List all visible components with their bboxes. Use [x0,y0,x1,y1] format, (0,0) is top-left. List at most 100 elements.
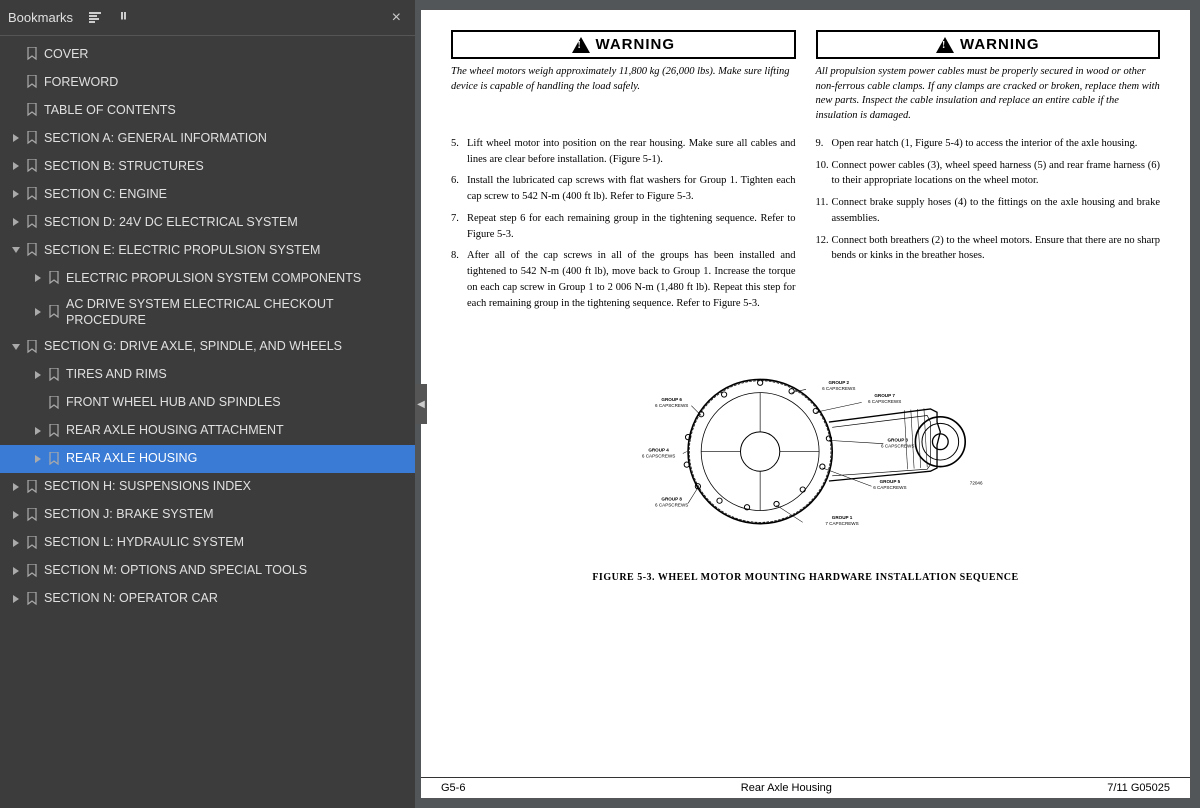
bookmark-label-section-m: SECTION M: OPTIONS AND SPECIAL TOOLS [44,562,409,578]
expand-arrow-section-d[interactable] [8,218,24,226]
bookmark-flag-icon-section-l [24,536,40,550]
step-item: 7.Repeat step 6 for each remaining group… [451,211,796,243]
expand-arrow-section-j[interactable] [8,511,24,519]
svg-text:GROUP 7: GROUP 7 [874,393,895,398]
bookmark-flag-icon-rear-axle-housing [46,452,62,466]
expand-arrow-section-g[interactable] [8,343,24,351]
footer-page-number: G5-6 [441,782,465,794]
expand-arrow-ac-drive[interactable] [30,308,46,316]
bookmark-item-cover[interactable]: COVER [0,40,415,68]
panel-header: Bookmarks × [0,0,415,36]
bookmark-item-section-g[interactable]: SECTION G: DRIVE AXLE, SPINDLE, AND WHEE… [0,333,415,361]
warning-box-1: WARNING The wheel motors weigh approxima… [451,30,796,124]
bookmark-item-section-d[interactable]: SECTION D: 24V DC ELECTRICAL SYSTEM [0,208,415,236]
expand-arrow-section-e[interactable] [8,246,24,254]
diagram-area: GROUP 2 6 CAPSCREWS GROUP 7 6 CAPSCREWS … [451,325,1160,583]
svg-text:GROUP 8: GROUP 8 [661,497,682,502]
warning-box-2: WARNING All propulsion system power cabl… [816,30,1161,124]
bookmark-item-section-e[interactable]: SECTION E: ELECTRIC PROPULSION SYSTEM [0,236,415,264]
bookmark-flag-icon-toc [24,103,40,117]
bookmark-item-rear-axle-housing[interactable]: REAR AXLE HOUSING [0,445,415,473]
warning-triangle-icon-2 [936,37,954,53]
bookmark-item-section-n[interactable]: SECTION N: OPERATOR CAR [0,585,415,613]
expand-collapse-button[interactable] [83,8,107,28]
bookmark-item-section-m[interactable]: SECTION M: OPTIONS AND SPECIAL TOOLS [0,557,415,585]
page-content: WARNING The wheel motors weigh approxima… [421,10,1190,777]
bookmark-flag-icon-electric-components [46,271,62,285]
warning-header-1: WARNING [451,30,796,59]
svg-text:6 CAPSCREWS: 6 CAPSCREWS [822,386,855,391]
bookmark-flag-icon-cover [24,47,40,61]
svg-text:6 CAPSCREWS: 6 CAPSCREWS [867,399,900,404]
bookmark-flag-icon-section-h [24,480,40,494]
svg-text:6 CAPSCREWS: 6 CAPSCREWS [641,454,674,459]
expand-arrow-section-a[interactable] [8,134,24,142]
expand-arrow-section-c[interactable] [8,190,24,198]
bookmark-flag-icon-tires-rims [46,368,62,382]
bookmark-label-section-n: SECTION N: OPERATOR CAR [44,590,409,606]
panel-collapse-handle[interactable]: ◀ [415,384,427,424]
svg-text:72046: 72046 [969,481,982,486]
bookmark-item-electric-components[interactable]: ELECTRIC PROPULSION SYSTEM COMPONENTS [0,264,415,292]
bookmark-item-section-a[interactable]: SECTION A: GENERAL INFORMATION [0,124,415,152]
expand-arrow-section-h[interactable] [8,483,24,491]
bookmark-flag-icon-rear-axle-attach [46,424,62,438]
bookmark-label-front-wheel: FRONT WHEEL HUB AND SPINDLES [66,394,409,410]
bookmark-item-toc[interactable]: TABLE OF CONTENTS [0,96,415,124]
svg-text:6 CAPSCREWS: 6 CAPSCREWS [881,444,914,449]
expand-arrow-tires-rims[interactable] [30,371,46,379]
expand-arrow-electric-components[interactable] [30,274,46,282]
step-item: 10.Connect power cables (3), wheel speed… [816,158,1161,190]
svg-text:GROUP 6: GROUP 6 [661,397,682,402]
bookmark-item-section-c[interactable]: SECTION C: ENGINE [0,180,415,208]
bookmark-flag-icon-section-e [24,243,40,257]
bookmark-label-section-g: SECTION G: DRIVE AXLE, SPINDLE, AND WHEE… [44,338,409,354]
bookmark-flag-icon-foreword [24,75,40,89]
bookmark-flag-icon-ac-drive [46,305,62,319]
bookmark-item-rear-axle-attach[interactable]: REAR AXLE HOUSING ATTACHMENT [0,417,415,445]
bookmark-label-ac-drive: AC DRIVE SYSTEM ELECTRICAL CHECKOUT PROC… [66,296,409,329]
expand-arrow-section-m[interactable] [8,567,24,575]
bookmark-list: COVER FOREWORD TABLE OF CONTENTSSECTION A:… [0,36,415,808]
bookmark-item-front-wheel[interactable]: FRONT WHEEL HUB AND SPINDLES [0,389,415,417]
close-button[interactable]: × [386,7,407,29]
bookmark-flag-icon-section-g [24,340,40,354]
expand-arrow-rear-axle-attach[interactable] [30,427,46,435]
expand-arrow-section-l[interactable] [8,539,24,547]
bookmark-options-button[interactable] [113,8,137,28]
bookmark-label-foreword: FOREWORD [44,74,409,90]
svg-text:GROUP 3: GROUP 3 [887,438,908,443]
bookmark-label-tires-rims: TIRES AND RIMS [66,366,409,382]
bookmark-item-foreword[interactable]: FOREWORD [0,68,415,96]
bookmark-flag-icon-section-b [24,159,40,173]
step-item: 11.Connect brake supply hoses (4) to the… [816,195,1161,227]
warnings-row: WARNING The wheel motors weigh approxima… [451,30,1160,124]
bookmark-item-tires-rims[interactable]: TIRES AND RIMS [0,361,415,389]
expand-arrow-section-b[interactable] [8,162,24,170]
bookmark-label-section-j: SECTION J: BRAKE SYSTEM [44,506,409,522]
bookmark-item-section-h[interactable]: SECTION H: SUSPENSIONS INDEX [0,473,415,501]
header-controls: Bookmarks [8,8,137,28]
bookmark-flag-icon-section-c [24,187,40,201]
bookmark-label-section-c: SECTION C: ENGINE [44,186,409,202]
warning-title-2: WARNING [960,36,1040,53]
bookmark-item-section-l[interactable]: SECTION L: HYDRAULIC SYSTEM [0,529,415,557]
svg-text:GROUP 5: GROUP 5 [879,479,900,484]
footer-section-title: Rear Axle Housing [741,782,832,794]
bookmark-flag-icon-section-d [24,215,40,229]
bookmark-item-section-b[interactable]: SECTION B: STRUCTURES [0,152,415,180]
bookmark-item-ac-drive[interactable]: AC DRIVE SYSTEM ELECTRICAL CHECKOUT PROC… [0,292,415,333]
bookmark-item-section-j[interactable]: SECTION J: BRAKE SYSTEM [0,501,415,529]
bookmark-label-section-b: SECTION B: STRUCTURES [44,158,409,174]
bookmark-flag-icon-front-wheel [46,396,62,410]
expand-arrow-section-n[interactable] [8,595,24,603]
step-item: 12.Connect both breathers (2) to the whe… [816,233,1161,265]
bookmarks-panel: Bookmarks × COVER FOREWORD TABLE OF CONTEN… [0,0,415,808]
step-item: 6.Install the lubricated cap screws with… [451,173,796,205]
bookmark-label-rear-axle-housing: REAR AXLE HOUSING [66,450,409,466]
svg-text:GROUP 4: GROUP 4 [648,448,669,453]
svg-text:GROUP 1: GROUP 1 [831,515,852,520]
expand-arrow-rear-axle-housing[interactable] [30,455,46,463]
step-item: 5.Lift wheel motor into position on the … [451,136,796,168]
warning-header-2: WARNING [816,30,1161,59]
